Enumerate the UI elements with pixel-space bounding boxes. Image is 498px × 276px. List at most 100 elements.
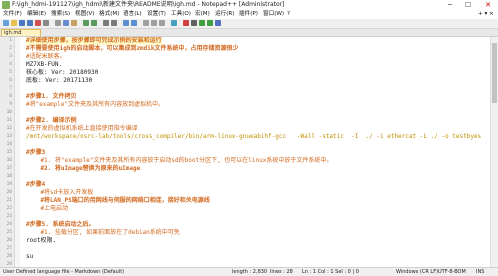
play-multiple-icon[interactable] [207,20,213,26]
line-number: 16 [6,158,12,163]
code-line[interactable]: #2. 将uImage替换为原来的uImage [26,165,140,173]
line-number: 2 [9,46,12,51]
code-line[interactable]: 底板: Ver: 20171130 [26,77,92,85]
save-all-icon[interactable] [27,20,33,26]
notepadpp-icon [2,1,10,9]
toolbar [0,19,498,29]
code-line[interactable]: #步骤5. 系统启动之后。 [26,221,94,229]
save-icon[interactable] [19,20,25,26]
editor[interactable]: 1 2 3 4 5 6 7 8 9 10 11 12 13 14 15 16 17 18 19 20 21 22 23 24 2… [0,37,498,267]
line-number: 27 [6,246,12,251]
code-line[interactable]: #步骤2. 编译示例 [26,117,76,125]
play-icon[interactable] [199,20,205,26]
line-number: 25 [6,230,12,235]
save-macro-icon[interactable] [215,20,221,26]
line-number: 15 [6,150,12,155]
code-line[interactable]: #上电启动 [26,205,68,213]
menu-macro[interactable]: 宏(M) [195,10,210,19]
line-number: 10 [6,110,12,115]
close-file-icon[interactable] [35,20,41,26]
code-line[interactable]: #步骤3 [26,149,45,157]
line-number: 1 [9,38,12,43]
tab-bar: igh.md [0,29,498,37]
menu-run[interactable]: 运行(R) [215,10,234,19]
close-button[interactable]: ✕ [480,0,496,10]
sync-icon[interactable] [143,20,149,26]
zoom-in-icon[interactable] [123,20,129,26]
line-number: 3 [9,54,12,59]
menu-help[interactable]: ? [287,10,290,19]
menu-language[interactable]: 语言(L) [123,10,142,19]
code-line[interactable]: #1. 将"example"文件夹及其所有内容放于启动sd的boot分区下, 也… [26,157,332,165]
current-line[interactable]: #详细使用步骤，按步骤即可完成示例的安装和运行 [26,37,162,45]
new-icon[interactable] [3,20,9,26]
wrap-icon[interactable] [151,20,157,26]
replace-icon[interactable] [111,20,117,26]
code-line[interactable]: root权限. [26,237,56,245]
line-number: 22 [6,206,12,211]
line-number: 8 [9,94,12,99]
code-line[interactable]: #步骤4 [26,181,45,189]
bookmark-icon[interactable] [171,20,177,26]
code-line[interactable]: MZ7XB-FUN. [26,61,62,69]
line-number: 17 [6,166,12,171]
menu-extra[interactable]: + ▾ × [478,10,494,19]
print-icon[interactable] [43,20,49,26]
menu-window[interactable]: 窗口(W) [263,10,284,19]
line-number: 20 [6,190,12,195]
code-line[interactable]: /mnt/workspace/osrc-lab/tools/cross_comp… [26,133,481,141]
code-line[interactable]: #将sd卡放入开发板 [26,189,93,197]
record-icon[interactable] [183,20,189,26]
tab-igh-md[interactable]: igh.md [1,29,41,36]
code-line[interactable]: #步骤1. 文件拷贝 [26,93,76,101]
copy-icon[interactable] [63,20,69,26]
undo-icon[interactable] [83,20,89,26]
line-number: 11 [6,118,12,123]
line-number: 28 [6,254,12,259]
scroll-thumb[interactable] [492,43,497,103]
paste-icon[interactable] [71,20,77,26]
maximize-button[interactable]: ☐ [460,0,476,10]
menu-format[interactable]: 格式(M) [99,10,119,19]
code-line[interactable]: #将LAN_PS端口的用网线与伺服的网络口相连，接好和关电源线 [26,197,209,205]
code-line[interactable]: #在开发的虚拟机系统上直接使用指令编译 [26,125,138,133]
menu-tools[interactable]: 工具(O) [171,10,191,19]
line-number: 7 [9,86,12,91]
find-icon[interactable] [103,20,109,26]
menu-bar: 文件(F) 编辑(E) 搜索(S) 视图(V) 格式(M) 语言(L) 设置(T… [0,10,498,19]
zoom-out-icon[interactable] [131,20,137,26]
line-number: 23 [6,214,12,219]
code-line[interactable]: su [26,253,33,261]
stop-icon[interactable] [191,20,197,26]
code-line[interactable]: #适配米联客。 [26,53,66,61]
code-line[interactable]: #1. 挂载分区, 如果前面放在了debian系统中可免 [26,229,179,237]
minimize-button[interactable]: ─ [442,0,458,10]
line-number: 21 [6,198,12,203]
line-number: 5 [9,70,12,75]
line-number: 6 [9,78,12,83]
redo-icon[interactable] [91,20,97,26]
line-number: 26 [6,238,12,243]
window-title: F:\igh_hdmi-191127\igh_hdmi\新建文件夹\README… [12,1,285,8]
menu-view[interactable]: 视图(V) [75,10,94,19]
line-number: 12 [6,126,12,131]
vertical-scrollbar[interactable] [490,37,498,267]
line-number: 9 [9,102,12,107]
code-line[interactable]: 核心板: Ver: 20180930 [26,69,98,77]
code-line[interactable]: #不需要使用igh的启动脚本，可以集成到zmdik文件系统中，占用存储资源很少 [26,45,239,53]
line-number: 24 [6,222,12,227]
menu-edit[interactable]: 编辑(E) [27,10,46,19]
menu-plugins[interactable]: 插件(P) [239,10,258,19]
menu-settings[interactable]: 设置(T) [147,10,166,19]
line-number: 4 [9,62,12,67]
menu-search[interactable]: 搜索(S) [51,10,70,19]
cut-icon[interactable] [55,20,61,26]
menu-file[interactable]: 文件(F) [3,10,22,19]
line-number-gutter: 1 2 3 4 5 6 7 8 9 10 11 12 13 14 15 16 17 18 19 20 21 22 23 24 2… [0,37,15,267]
line-number: 13 [6,134,12,139]
code-line[interactable]: #将"example"文件夹及其所有内容放到虚拟机中。 [26,101,164,109]
open-icon[interactable] [11,20,17,26]
line-number: 19 [6,182,12,187]
indent-guide-icon[interactable] [159,20,165,26]
line-number: 14 [6,142,12,147]
